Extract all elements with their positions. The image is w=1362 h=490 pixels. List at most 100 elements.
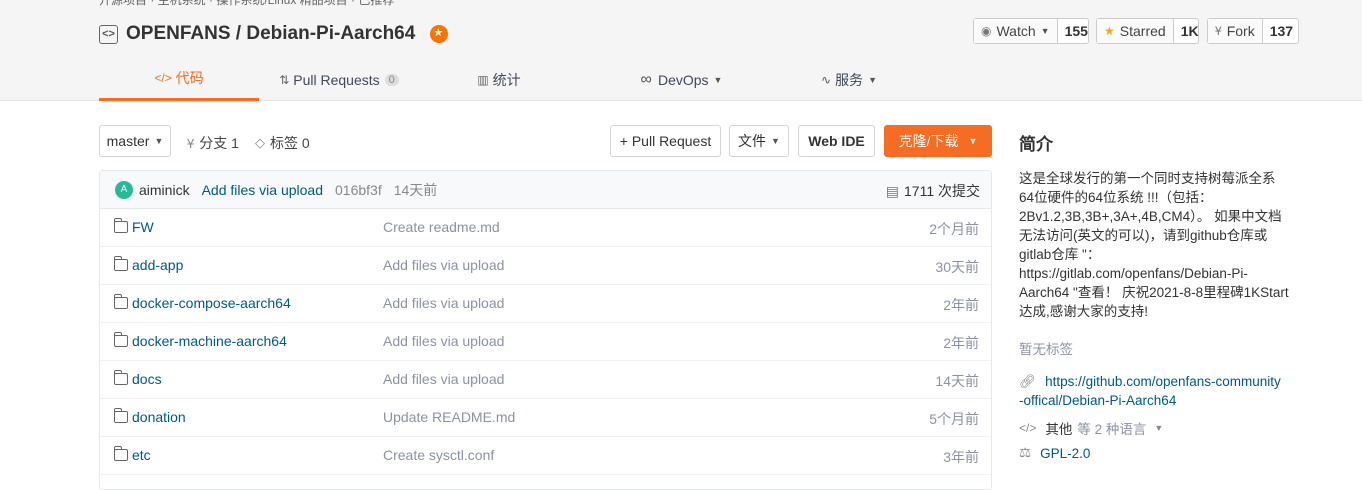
file-commit-message[interactable]: Add files via upload xyxy=(383,371,504,387)
tags-label: 标签 0 xyxy=(270,135,310,151)
top-breadcrumb[interactable]: 开源项目 · 主机系统 · 操作系统/Linux 精品项目 · 已推荐 xyxy=(99,0,394,8)
chevron-down-icon: ▼ xyxy=(713,74,723,85)
table-row[interactable]: FW Create readme.md 2个月前 xyxy=(100,209,991,247)
language-primary: 其他 xyxy=(1045,422,1073,437)
pulse-icon: ∿ xyxy=(821,72,832,87)
folder-icon xyxy=(113,332,128,347)
license-label: GPL-2.0 xyxy=(1040,445,1091,461)
commit-time: 14天前 xyxy=(393,181,438,198)
eye-icon: ◉ xyxy=(981,24,992,38)
star-label: Starred xyxy=(1119,23,1166,39)
repo-owner[interactable]: OPENFANS xyxy=(126,23,231,45)
description-line: https://gitlab.com/openfans/Debian-Pi- xyxy=(1019,266,1248,281)
file-name[interactable]: docker-compose-aarch64 xyxy=(132,295,291,311)
scale-icon: ⚖ xyxy=(1019,445,1032,460)
pull-request-button[interactable]: + Pull Request xyxy=(610,125,721,157)
file-name[interactable]: docs xyxy=(132,371,162,387)
homepage-line: https://github.com/openfans-community xyxy=(1045,374,1281,389)
commit-total-label: 1711 次提交 xyxy=(904,183,980,199)
tab-stats[interactable]: ▥ 统计 xyxy=(419,58,579,101)
branch-select[interactable]: master ▼ xyxy=(99,125,171,157)
clone-download-button[interactable]: 克隆/下载 ▼ xyxy=(884,125,992,157)
file-name[interactable]: FW xyxy=(132,219,154,235)
languages-dropdown[interactable]: </> 其他 等 2 种语言 ▼ xyxy=(1019,418,1163,438)
tab-code-label: 代码 xyxy=(175,70,204,86)
tab-stats-label: 统计 xyxy=(492,71,521,88)
file-commit-message[interactable]: Add files via upload xyxy=(383,257,504,273)
web-ide-button[interactable]: Web IDE xyxy=(798,125,875,157)
infinity-icon: ∞ xyxy=(640,70,652,88)
table-row[interactable]: donation Update README.md 5个月前 xyxy=(100,399,991,437)
tag-icon: ◇ xyxy=(255,135,265,150)
homepage-line: -offical/Debian-Pi-Aarch64 xyxy=(1019,393,1177,408)
pull-request-icon: ⇅ xyxy=(279,72,290,87)
fork-icon: Ұ xyxy=(1215,24,1222,38)
file-commit-time: 2年前 xyxy=(943,335,979,351)
file-commit-time: 5个月前 xyxy=(929,411,979,427)
table-row[interactable]: docker-machine-aarch64 Add files via upl… xyxy=(100,323,991,361)
watch-label: Watch xyxy=(996,23,1036,39)
table-row[interactable]: docker-compose-aarch64 Add files via upl… xyxy=(100,285,991,323)
commit-message[interactable]: Add files via upload xyxy=(202,182,323,198)
repo-separator: / xyxy=(230,23,247,44)
commit-sha[interactable]: 016bf3f xyxy=(335,182,382,198)
tab-code[interactable]: </> 代码 xyxy=(99,58,259,101)
chevron-down-icon: ▼ xyxy=(868,74,877,85)
table-row[interactable]: add-app Add files via upload 30天前 xyxy=(100,247,991,285)
chevron-down-icon: ▼ xyxy=(154,136,164,146)
file-name[interactable]: donation xyxy=(132,409,186,425)
tab-devops[interactable]: ∞ DevOps ▼ xyxy=(579,58,784,101)
repo-name[interactable]: Debian-Pi-Aarch64 xyxy=(246,23,415,45)
file-commit-time: 30天前 xyxy=(935,259,979,275)
repo-icon: <> xyxy=(99,24,118,44)
latest-commit-bar: A aiminick Add files via upload 016bf3f … xyxy=(100,171,991,209)
file-name[interactable]: add-app xyxy=(132,257,183,273)
tab-services-label: 服务 xyxy=(835,71,864,88)
fork-button[interactable]: Ұ Fork 137 xyxy=(1207,18,1299,44)
file-commit-message[interactable]: Update README.md xyxy=(383,409,515,425)
code-icon: </> xyxy=(154,71,172,85)
tags-link[interactable]: ◇ 标签 0 xyxy=(255,133,310,153)
file-commit-message[interactable]: Create readme.md xyxy=(383,219,500,235)
branches-link[interactable]: Ұ 分支 1 xyxy=(187,133,239,153)
description-line: Aarch64 "查看！ 庆祝2021-8-8里程碑1KStart xyxy=(1019,285,1289,300)
file-menu-button[interactable]: 文件 ▼ xyxy=(729,125,789,157)
file-name[interactable]: etc xyxy=(132,447,151,463)
watch-count[interactable]: 155 xyxy=(1058,19,1095,43)
description-line: 达成,感谢大家的支持! xyxy=(1019,304,1149,319)
chevron-down-icon: ▼ xyxy=(968,136,978,146)
code-icon: </> xyxy=(1019,421,1037,435)
avatar[interactable]: A xyxy=(115,180,133,199)
file-commit-message[interactable]: Add files via upload xyxy=(383,333,504,349)
gvp-badge-icon[interactable] xyxy=(430,25,449,43)
fork-label: Fork xyxy=(1226,23,1255,39)
description-line: 无法访问(英文的可以)，请到github仓库或 xyxy=(1019,228,1268,243)
file-name[interactable]: docker-machine-aarch64 xyxy=(132,333,287,349)
file-commit-time: 2年前 xyxy=(943,297,979,313)
fork-count[interactable]: 137 xyxy=(1263,19,1300,43)
commit-total[interactable]: ▤ 1711 次提交 xyxy=(886,181,980,201)
pull-requests-count: 0 xyxy=(384,73,399,86)
watch-button[interactable]: ◉ Watch ▼ 155 xyxy=(973,18,1089,44)
file-commit-message[interactable]: Create sysctl.conf xyxy=(383,447,494,463)
star-button[interactable]: ★ Starred 1K xyxy=(1096,18,1199,44)
tab-pull-requests-label: Pull Requests xyxy=(293,71,380,88)
table-row[interactable]: etc Create sysctl.conf 3年前 xyxy=(100,437,991,475)
history-icon: ▤ xyxy=(885,183,899,199)
star-icon: ★ xyxy=(1104,24,1115,38)
tab-pull-requests[interactable]: ⇅ Pull Requests 0 xyxy=(259,58,419,101)
homepage-link[interactable]: 🔗︎ https://github.com/openfans-community … xyxy=(1019,372,1309,410)
commit-author[interactable]: aiminick xyxy=(139,182,190,198)
branches-label: 分支 1 xyxy=(199,135,239,151)
file-menu-label: 文件 xyxy=(738,133,767,149)
branch-select-label: master xyxy=(106,133,150,149)
chevron-down-icon: ▼ xyxy=(1154,423,1164,433)
star-count[interactable]: 1K xyxy=(1174,19,1206,43)
table-row[interactable]: docs Add files via upload 14天前 xyxy=(100,361,991,399)
file-commit-time: 2个月前 xyxy=(929,221,979,237)
file-commit-message[interactable]: Add files via upload xyxy=(383,295,504,311)
clone-download-label: 克隆/下载 xyxy=(898,133,959,149)
license-link[interactable]: ⚖ GPL-2.0 xyxy=(1019,445,1090,461)
tab-services[interactable]: ∿ 服务 ▼ xyxy=(784,58,914,101)
language-more: 等 2 种语言 xyxy=(1077,422,1147,437)
